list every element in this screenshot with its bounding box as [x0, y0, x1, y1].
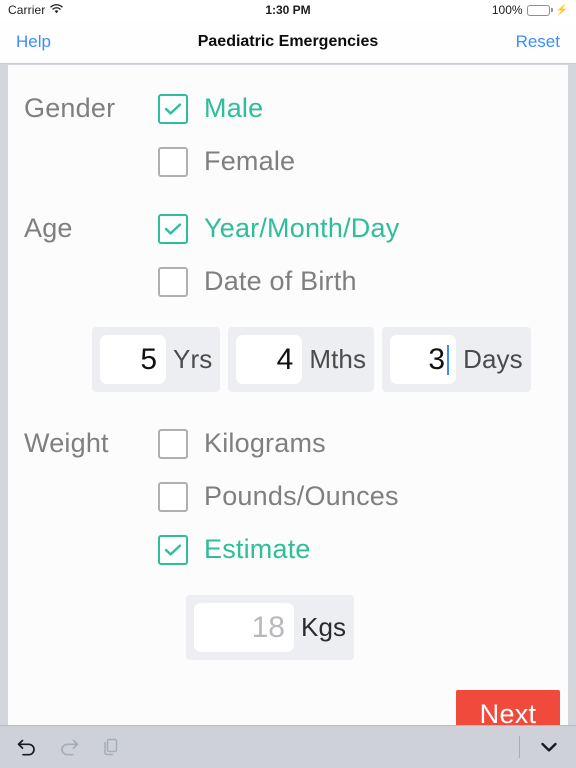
status-bar-clock: 1:30 PM — [265, 3, 311, 17]
content-area: Gender Male Female Age Year/Month/Day Da… — [8, 65, 568, 725]
check-icon — [164, 102, 182, 115]
weight-option-estimate[interactable]: Estimate — [158, 534, 311, 565]
gender-option-female[interactable]: Female — [158, 146, 295, 177]
weight-fields: 18 Kgs — [8, 595, 568, 660]
age-field-days-group: 3 Days — [382, 327, 531, 392]
weight-option-pounds-ounces[interactable]: Pounds/Ounces — [158, 481, 399, 512]
reset-button[interactable]: Reset — [516, 32, 560, 52]
carrier-label: Carrier — [8, 3, 46, 17]
chevron-down-icon[interactable] — [536, 734, 562, 760]
label-male: Male — [204, 93, 264, 123]
toolbar-divider — [519, 736, 520, 758]
weight-input-kgs[interactable]: 18 — [194, 603, 294, 652]
gender-row: Gender Male — [8, 93, 568, 124]
checkbox-kilograms[interactable] — [158, 428, 188, 459]
age-section-label: Age — [24, 213, 73, 243]
age-months-unit: Mths — [309, 344, 367, 374]
weight-option-kilograms[interactable]: Kilograms — [158, 428, 326, 459]
age-option-dob[interactable]: Date of Birth — [158, 266, 357, 297]
checkbox-female[interactable] — [158, 146, 188, 177]
navigation-bar: Help Paediatric Emergencies Reset — [0, 20, 576, 64]
age-input-years[interactable]: 5 — [100, 335, 166, 384]
battery-full-charging-icon — [526, 4, 553, 16]
age-input-days[interactable]: 3 — [390, 335, 457, 384]
patient-details-form: Gender Male Female Age Year/Month/Day Da… — [8, 65, 568, 725]
weight-row-estimate: Estimate — [8, 534, 568, 565]
checkbox-date-of-birth[interactable] — [158, 266, 188, 297]
text-cursor — [447, 344, 450, 375]
next-button-row: Next — [8, 690, 568, 725]
weight-kgs-placeholder: 18 — [251, 610, 285, 644]
weight-kgs-unit: Kgs — [301, 612, 347, 642]
label-female: Female — [204, 146, 296, 176]
check-icon — [164, 543, 182, 556]
checkbox-estimate[interactable] — [158, 534, 188, 565]
age-days-value: 3 — [428, 342, 446, 376]
age-fields: 5 Yrs 4 Mths 3 Days — [8, 327, 568, 392]
toolbar-right-group — [519, 734, 562, 760]
status-bar-right: 100% ⚡ — [492, 3, 568, 17]
age-months-value: 4 — [276, 342, 294, 376]
weight-section-label: Weight — [24, 428, 109, 458]
weight-row: Weight Kilograms — [8, 428, 568, 459]
label-estimate: Estimate — [204, 534, 311, 564]
help-button[interactable]: Help — [16, 32, 51, 52]
keyboard-accessory-toolbar — [0, 725, 576, 768]
checkbox-year-month-day[interactable] — [158, 213, 188, 244]
status-bar-left: Carrier — [8, 3, 64, 17]
status-bar: Carrier 1:30 PM 100% ⚡ — [0, 0, 576, 20]
next-button[interactable]: Next — [456, 690, 560, 725]
paste-copy-icon — [98, 734, 124, 760]
age-years-unit: Yrs — [173, 344, 213, 374]
age-option-ymd[interactable]: Year/Month/Day — [158, 213, 399, 244]
label-year-month-day: Year/Month/Day — [204, 213, 400, 243]
ipad-screen: Carrier 1:30 PM 100% ⚡ Help Paediatric E… — [0, 0, 576, 768]
age-field-years-group: 5 Yrs — [92, 327, 221, 392]
lightning-bolt-icon: ⚡ — [555, 4, 568, 16]
label-pounds-ounces: Pounds/Ounces — [204, 481, 399, 511]
age-row-dob: Date of Birth — [8, 266, 568, 297]
age-days-unit: Days — [463, 344, 523, 374]
gender-row-female: Female — [8, 146, 568, 177]
label-date-of-birth: Date of Birth — [204, 266, 357, 296]
toolbar-left-group — [14, 734, 124, 760]
battery-percent-label: 100% — [491, 3, 523, 17]
label-kilograms: Kilograms — [204, 428, 326, 458]
gender-section-label: Gender — [24, 93, 116, 123]
undo-arrow-icon[interactable] — [14, 734, 40, 760]
age-years-value: 5 — [140, 342, 157, 376]
age-field-months-group: 4 Mths — [228, 327, 375, 392]
check-icon — [164, 222, 182, 235]
wifi-icon — [50, 3, 64, 17]
redo-arrow-icon — [56, 734, 82, 760]
weight-row-pounds: Pounds/Ounces — [8, 481, 568, 512]
age-row: Age Year/Month/Day — [8, 213, 568, 244]
checkbox-pounds-ounces[interactable] — [158, 481, 188, 512]
checkbox-male[interactable] — [158, 93, 188, 124]
page-title: Paediatric Emergencies — [197, 32, 379, 50]
gender-option-male[interactable]: Male — [158, 93, 263, 124]
weight-field-kgs-group: 18 Kgs — [186, 595, 355, 660]
age-input-months[interactable]: 4 — [236, 335, 303, 384]
